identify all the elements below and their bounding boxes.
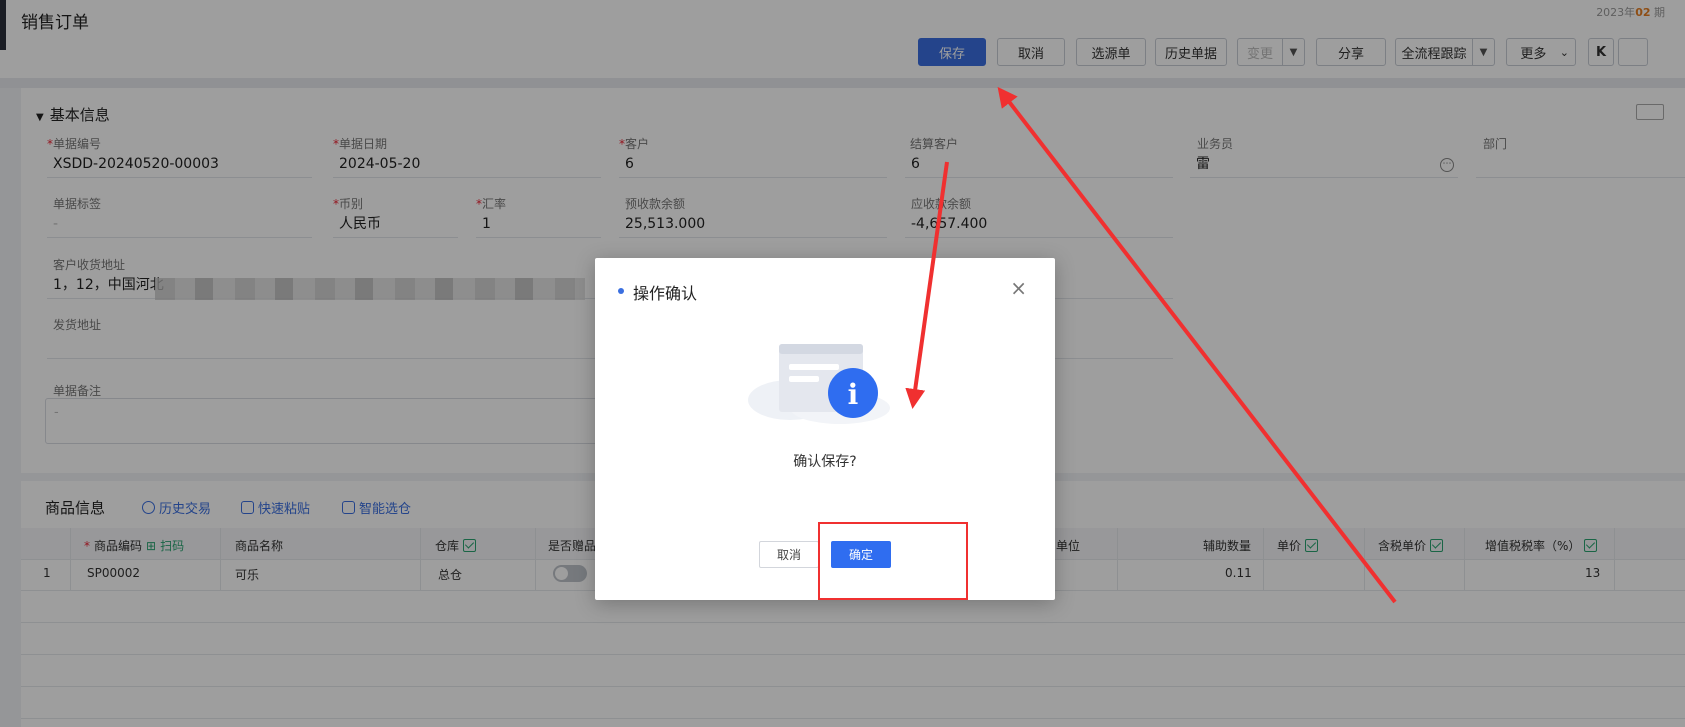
annotation-arrows (905, 86, 1397, 604)
arrow-to-save (997, 86, 1397, 604)
arrow-to-dialog (905, 161, 949, 409)
